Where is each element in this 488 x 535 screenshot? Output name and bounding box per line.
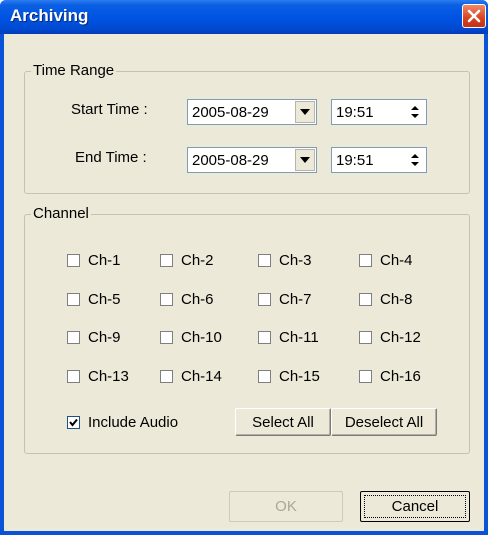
ok-label: OK: [275, 498, 297, 515]
checkbox-box[interactable]: [359, 253, 372, 267]
channel-label: Ch-7: [279, 290, 312, 308]
channel-group: Channel Ch-1 Ch-2 Ch-3 Ch-4 Ch-5 Ch-6 Ch…: [24, 205, 470, 454]
channel-label: Ch-14: [181, 367, 222, 385]
end-date-value: 2005-08-29: [192, 152, 269, 169]
start-time-value: 19:51: [336, 104, 374, 121]
checkbox-box[interactable]: [258, 330, 271, 344]
select-all-button[interactable]: Select All: [235, 408, 331, 436]
channel-checkbox[interactable]: Ch-15: [258, 367, 320, 385]
checkbox-box[interactable]: [67, 415, 80, 429]
checkbox-box[interactable]: [67, 330, 80, 344]
start-date-value: 2005-08-29: [192, 104, 269, 121]
checkbox-box[interactable]: [67, 369, 80, 383]
include-audio-label: Include Audio: [88, 413, 179, 431]
channel-title: Channel: [31, 205, 91, 222]
channel-label: Ch-13: [88, 367, 129, 385]
checkbox-box[interactable]: [160, 330, 173, 344]
deselect-all-label: Deselect All: [344, 413, 424, 431]
checkbox-box[interactable]: [160, 369, 173, 383]
select-all-label: Select All: [252, 413, 314, 431]
start-date-dropdown-button[interactable]: [295, 101, 315, 123]
checkbox-box[interactable]: [258, 369, 271, 383]
close-icon: [467, 9, 481, 23]
channel-label: Ch-9: [88, 328, 121, 346]
spin-arrows-icon: [411, 154, 419, 166]
start-time-label: Start Time :: [71, 101, 148, 118]
archiving-dialog: Archiving Time Range Start Time : 2005-0…: [0, 0, 488, 535]
channel-checkbox[interactable]: Ch-1: [67, 251, 121, 269]
close-button[interactable]: [462, 4, 486, 28]
channel-checkbox[interactable]: Ch-16: [359, 367, 421, 385]
channel-label: Ch-4: [380, 251, 413, 269]
channel-checkbox[interactable]: Ch-11: [258, 328, 319, 346]
cancel-button[interactable]: Cancel: [360, 491, 470, 522]
end-date-dropdown-button[interactable]: [295, 149, 315, 171]
end-time-label: End Time :: [75, 149, 147, 166]
end-time-spinner[interactable]: 19:51: [331, 147, 427, 173]
checkbox-box[interactable]: [359, 330, 372, 344]
channel-checkbox[interactable]: Ch-4: [359, 251, 413, 269]
channel-label: Ch-11: [279, 328, 319, 346]
channel-label: Ch-3: [279, 251, 312, 269]
checkbox-box[interactable]: [258, 253, 271, 267]
channel-checkbox[interactable]: Ch-8: [359, 290, 413, 308]
chevron-down-icon: [300, 109, 310, 115]
title-bar[interactable]: Archiving: [0, 0, 488, 34]
include-audio-checkbox[interactable]: Include Audio: [67, 413, 178, 431]
spin-arrows-icon: [411, 106, 419, 118]
start-time-spin-buttons[interactable]: [406, 102, 424, 122]
channel-checkbox[interactable]: Ch-5: [67, 290, 121, 308]
channel-checkbox[interactable]: Ch-7: [258, 290, 312, 308]
checkbox-box[interactable]: [258, 292, 271, 306]
channel-label: Ch-5: [88, 290, 121, 308]
deselect-all-button[interactable]: Deselect All: [331, 408, 437, 436]
channel-checkbox[interactable]: Ch-12: [359, 328, 421, 346]
end-date-combo[interactable]: 2005-08-29: [187, 147, 317, 173]
channel-label: Ch-12: [380, 328, 421, 346]
channel-checkbox[interactable]: Ch-6: [160, 290, 214, 308]
channel-checkbox[interactable]: Ch-3: [258, 251, 312, 269]
time-range-group: Time Range Start Time : 2005-08-29 19:51…: [24, 62, 470, 194]
channel-label: Ch-1: [88, 251, 121, 269]
checkbox-box[interactable]: [359, 369, 372, 383]
channel-label: Ch-16: [380, 367, 421, 385]
channel-label: Ch-10: [181, 328, 222, 346]
checkbox-box[interactable]: [160, 253, 173, 267]
channel-label: Ch-6: [181, 290, 214, 308]
end-time-spin-buttons[interactable]: [406, 150, 424, 170]
ok-button[interactable]: OK: [229, 491, 343, 522]
channel-checkbox[interactable]: Ch-10: [160, 328, 222, 346]
checkbox-box[interactable]: [359, 292, 372, 306]
start-date-combo[interactable]: 2005-08-29: [187, 99, 317, 125]
end-time-value: 19:51: [336, 152, 374, 169]
channel-checkbox[interactable]: Ch-13: [67, 367, 129, 385]
checkbox-box[interactable]: [67, 253, 80, 267]
channel-checkbox[interactable]: Ch-9: [67, 328, 121, 346]
focus-ring: [364, 495, 466, 518]
checkmark-icon: [69, 418, 78, 427]
window-title: Archiving: [10, 6, 89, 25]
channel-label: Ch-2: [181, 251, 214, 269]
start-time-spinner[interactable]: 19:51: [331, 99, 427, 125]
channel-label: Ch-15: [279, 367, 320, 385]
checkbox-box[interactable]: [160, 292, 173, 306]
checkbox-box[interactable]: [67, 292, 80, 306]
channel-checkbox[interactable]: Ch-14: [160, 367, 222, 385]
channel-label: Ch-8: [380, 290, 413, 308]
channel-checkbox[interactable]: Ch-2: [160, 251, 214, 269]
chevron-down-icon: [300, 157, 310, 163]
time-range-title: Time Range: [31, 62, 117, 79]
